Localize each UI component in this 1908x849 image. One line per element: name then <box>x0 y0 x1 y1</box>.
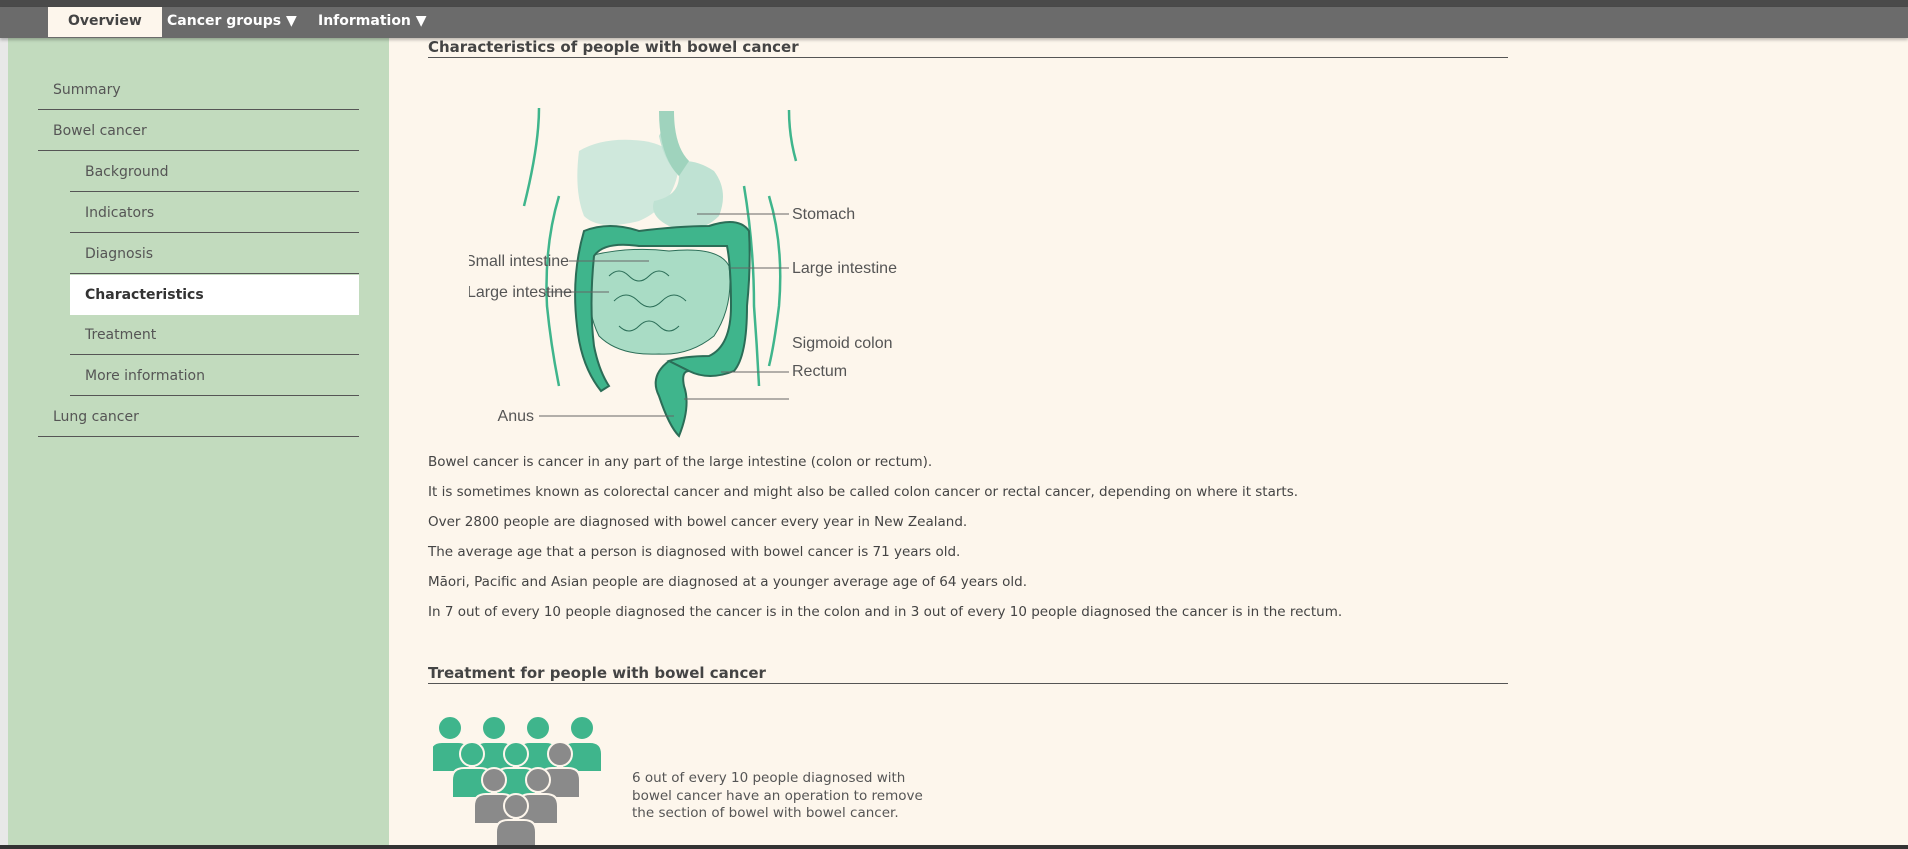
bottom-bar <box>0 845 1908 849</box>
bowel-anatomy-diagram: Stomach Small intestine Large intestine … <box>469 107 897 438</box>
sidebar-item-diagnosis[interactable]: Diagnosis <box>70 234 359 274</box>
label-sigmoid-colon: Sigmoid colon <box>792 335 893 352</box>
paragraph-1: Bowel cancer is cancer in any part of th… <box>428 454 933 470</box>
people-infographic <box>433 715 603 849</box>
stomach-shape <box>577 111 723 230</box>
top-navigation: Overview Cancer groups ▼ Information ▼ <box>0 7 1908 38</box>
browser-top-strip <box>0 0 1908 7</box>
sidebar-item-summary[interactable]: Summary <box>38 70 359 110</box>
tab-overview[interactable]: Overview <box>48 7 162 37</box>
sidebar: Summary Bowel cancer Background Indicato… <box>8 38 389 849</box>
paragraph-5: Māori, Pacific and Asian people are diag… <box>428 574 1028 590</box>
treatment-caption: 6 out of every 10 people diagnosed with … <box>632 770 923 821</box>
label-stomach: Stomach <box>792 206 855 223</box>
paragraph-6: In 7 out of every 10 people diagnosed th… <box>428 604 1343 620</box>
sidebar-item-treatment[interactable]: Treatment <box>70 315 359 355</box>
small-intestine-shape <box>587 248 731 355</box>
label-rectum: Rectum <box>792 363 847 380</box>
sidebar-item-characteristics[interactable]: Characteristics <box>70 275 359 315</box>
paragraph-2: It is sometimes known as colorectal canc… <box>428 484 1299 500</box>
label-small-intestine: Small intestine <box>469 253 569 270</box>
sidebar-item-background[interactable]: Background <box>70 152 359 192</box>
paragraph-4: The average age that a person is diagnos… <box>428 544 961 560</box>
sidebar-item-bowel-cancer[interactable]: Bowel cancer <box>38 111 359 151</box>
sidebar-item-lung-cancer[interactable]: Lung cancer <box>38 397 359 437</box>
tab-cancer-groups[interactable]: Cancer groups ▼ <box>167 7 297 37</box>
label-large-intestine-left: Large intestine <box>469 284 572 301</box>
label-anus: Anus <box>498 408 534 425</box>
sidebar-item-more-information[interactable]: More information <box>70 356 359 396</box>
section-title-treatment: Treatment for people with bowel cancer <box>428 664 1508 684</box>
paragraph-3: Over 2800 people are diagnosed with bowe… <box>428 514 968 530</box>
main-content: Characteristics of people with bowel can… <box>389 38 1908 849</box>
sidebar-item-indicators[interactable]: Indicators <box>70 193 359 233</box>
tab-information[interactable]: Information ▼ <box>318 7 427 37</box>
section-title-characteristics: Characteristics of people with bowel can… <box>428 38 1508 58</box>
left-edge <box>0 38 8 849</box>
label-large-intestine-right: Large intestine <box>792 260 897 277</box>
